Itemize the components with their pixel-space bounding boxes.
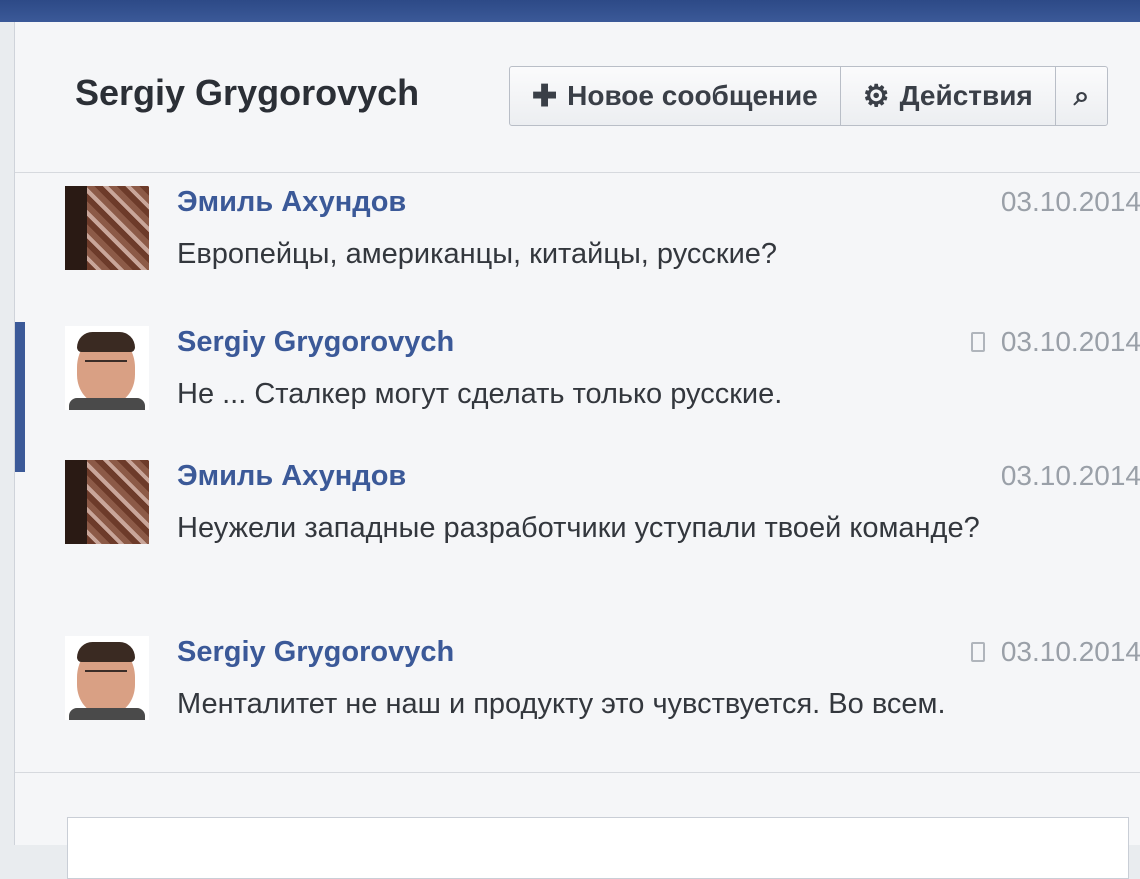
avatar[interactable] [65,460,149,544]
plus-icon: ✚ [532,79,558,113]
avatar[interactable] [65,636,149,720]
message-text: Неужели западные разработчики уступали т… [177,512,980,544]
actions-label: Действия [899,80,1033,111]
message-author[interactable]: Эмиль Ахундов [177,460,406,493]
message-author[interactable]: Эмиль Ахундов [177,186,406,219]
message-date: 03.10.2014 [970,636,1140,668]
message-date: 03.10.2014 [1000,460,1140,491]
message-text: Европейцы, американцы, китайцы, русские? [177,238,778,270]
avatar[interactable] [65,326,149,410]
message-author[interactable]: Sergiy Grygorovych [177,636,454,669]
new-message-button[interactable]: ✚ Новое сообщение [510,67,841,125]
search-button[interactable]: ⌕ [1056,67,1108,125]
new-message-label: Новое сообщение [567,80,818,111]
composer-divider [15,772,1140,773]
conversation-header: Sergiy Grygorovych ✚ Новое сообщение ⚙ Д… [15,22,1140,173]
conversation-window: Sergiy Grygorovych ✚ Новое сообщение ⚙ Д… [14,22,1140,879]
message-date: 03.10.2014 [1000,186,1140,217]
avatar[interactable] [65,186,149,270]
header-button-group: ✚ Новое сообщение ⚙ Действия ⌕ [509,66,1109,126]
message-author[interactable]: Sergiy Grygorovych [177,326,454,359]
phone-icon [970,642,985,662]
top-bar [0,0,1140,22]
search-icon: ⌕ [1073,79,1090,111]
phone-icon [970,332,985,352]
message-text: Менталитет не наш и продукту это чувству… [177,688,946,720]
message-list: Эмиль Ахундов 03.10.2014 Европейцы, амер… [15,172,1140,772]
conversation-title: Sergiy Grygorovych [75,72,420,113]
actions-button[interactable]: ⚙ Действия [841,67,1056,125]
message-input[interactable] [67,817,1129,879]
gear-icon: ⚙ [862,79,890,113]
message-text: Не ... Сталкер могут сделать только русс… [177,378,783,410]
message-date: 03.10.2014 [970,326,1140,358]
